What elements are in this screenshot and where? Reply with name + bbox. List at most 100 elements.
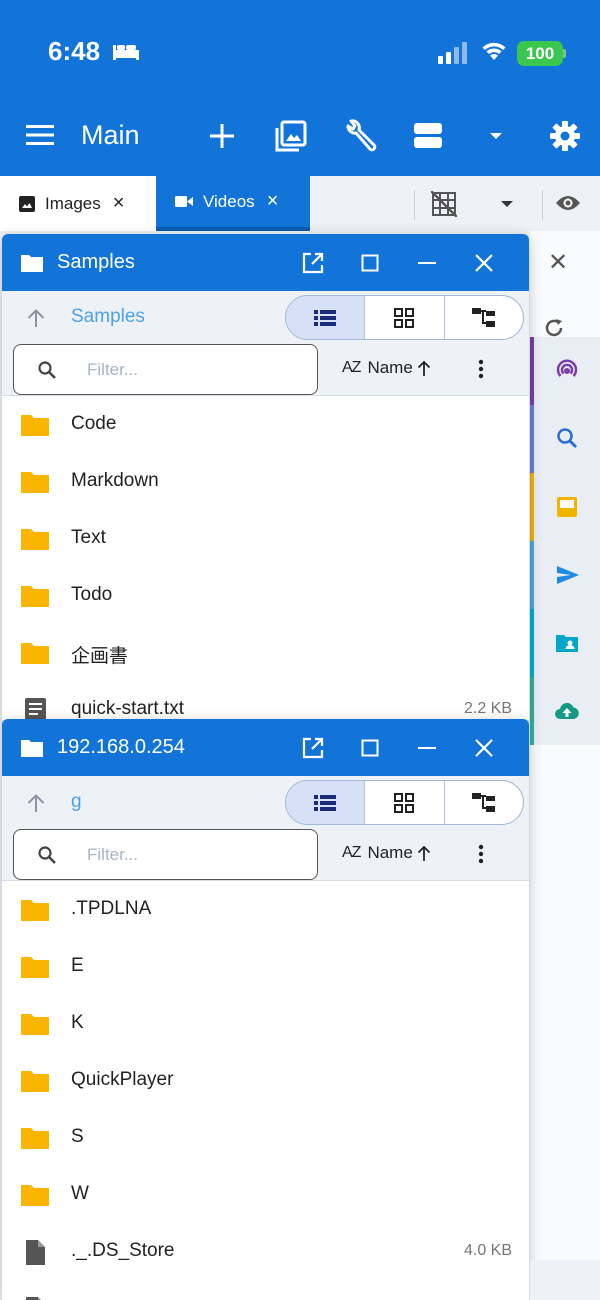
video-icon [175, 195, 193, 208]
app-bar: 6:48 100 Main [0, 0, 600, 176]
cellular-signal-icon [438, 42, 470, 64]
close-icon[interactable] [474, 738, 494, 758]
folder-icon [20, 1012, 50, 1036]
grid-off-icon[interactable] [431, 191, 457, 217]
rail-search[interactable] [530, 405, 600, 473]
file-name: Code [71, 413, 117, 434]
arrow-up-icon[interactable] [26, 308, 46, 328]
current-path[interactable]: Samples [71, 306, 145, 328]
file-name: quick-start.txt [71, 698, 184, 719]
tab-label: Videos [203, 191, 255, 211]
list-item[interactable]: W [2, 1166, 529, 1223]
list-item[interactable]: quick-start.txt 2.2 KB [2, 681, 529, 720]
sort-label: Name [367, 843, 413, 862]
list-item[interactable]: Markdown [2, 453, 529, 510]
filter-placeholder: Filter... [87, 360, 139, 379]
cloud-upload-icon [555, 702, 579, 719]
list-item[interactable]: Todo [2, 567, 529, 624]
close-icon[interactable]: × [267, 190, 279, 213]
list-item[interactable]: ._.DS_Store 4.0 KB [2, 1223, 529, 1280]
list-item[interactable]: 企画書 [2, 624, 529, 681]
list-view-button[interactable] [286, 781, 365, 824]
more-vert-icon[interactable] [478, 359, 484, 379]
maximize-icon[interactable] [361, 739, 379, 757]
filter-input[interactable]: Filter... [13, 829, 318, 880]
folder-icon [20, 1069, 50, 1093]
rail-inbox[interactable] [530, 473, 600, 541]
close-icon[interactable]: × [113, 192, 125, 215]
file-name: QuickPlayer [71, 1069, 174, 1090]
current-path[interactable]: g [71, 791, 82, 813]
chevron-down-icon[interactable] [500, 200, 514, 208]
tab-label: Images [45, 193, 101, 213]
bottom-strip [530, 1260, 600, 1300]
list-item[interactable]: .TPDLNA [2, 881, 529, 938]
list-view-button[interactable] [286, 296, 365, 339]
folder-icon [20, 1126, 50, 1150]
inbox-icon [557, 497, 577, 517]
rail-podcast[interactable] [530, 337, 600, 405]
file-name: S [71, 1126, 84, 1147]
sort-button[interactable]: AZ Name [342, 358, 431, 378]
open-in-new-icon[interactable] [302, 737, 324, 759]
file-size: 4.0 KB [463, 1242, 512, 1259]
window-title: 192.168.0.254 [57, 736, 185, 758]
list-item[interactable]: S [2, 1109, 529, 1166]
photo-library-icon[interactable] [275, 120, 307, 152]
folder-icon [20, 1183, 50, 1207]
file-size: 2.2 KB [463, 700, 512, 717]
sort-button[interactable]: AZ Name [342, 843, 431, 863]
open-in-new-icon[interactable] [302, 252, 324, 274]
minimize-icon[interactable] [418, 261, 436, 265]
minimize-icon[interactable] [418, 746, 436, 750]
filter-input[interactable]: Filter... [13, 344, 318, 395]
list-item[interactable]: K [2, 995, 529, 1052]
arrow-up-icon[interactable] [26, 793, 46, 813]
folder-icon [20, 955, 50, 979]
tab-videos[interactable]: Videos × [156, 176, 310, 231]
folder-icon [20, 584, 50, 608]
divider [414, 190, 415, 220]
file-name: Text [71, 527, 106, 548]
close-icon[interactable] [474, 253, 494, 273]
chevron-down-icon[interactable] [488, 131, 504, 141]
folder-icon [20, 253, 44, 273]
list-item[interactable]: Text [2, 510, 529, 567]
window-titlebar[interactable]: Samples [2, 234, 529, 291]
rail-send[interactable] [530, 541, 600, 609]
file-name: Todo [71, 584, 113, 605]
tree-view-icon [471, 307, 495, 327]
menu-icon[interactable] [26, 124, 54, 146]
file-name: 企画書 [71, 646, 129, 667]
image-icon [19, 195, 35, 212]
window-titlebar[interactable]: 192.168.0.254 [2, 719, 529, 776]
list-item[interactable]: QuickPlayer [2, 1052, 529, 1109]
wrench-icon[interactable] [342, 118, 378, 154]
rail-shared-folder[interactable] [530, 609, 600, 677]
list-item[interactable]: Code [2, 396, 529, 453]
more-vert-icon[interactable] [478, 844, 484, 864]
folder-icon [20, 641, 50, 665]
tree-view-button[interactable] [443, 296, 523, 339]
list-item[interactable]: E [2, 938, 529, 995]
maximize-icon[interactable] [361, 254, 379, 272]
close-icon[interactable]: ✕ [548, 248, 568, 277]
gear-icon[interactable] [549, 120, 581, 152]
tab-images[interactable]: Images × [0, 176, 156, 231]
podcast-icon [556, 359, 578, 377]
list-view-icon [314, 794, 337, 811]
view-mode-toggle [285, 780, 524, 825]
sort-label: Name [367, 358, 413, 377]
storage-icon[interactable] [413, 122, 443, 150]
send-icon [557, 566, 579, 584]
eye-icon[interactable] [555, 193, 581, 213]
file-window-samples[interactable]: Samples Samples Filter... AZ Name Code M… [2, 234, 529, 720]
add-icon[interactable] [208, 122, 236, 150]
grid-view-button[interactable] [364, 781, 443, 824]
grid-view-button[interactable] [364, 296, 443, 339]
file-window-network[interactable]: 192.168.0.254 g Filter... AZ Name .TPDLN… [2, 719, 529, 1300]
rail-cloud-upload[interactable] [530, 677, 600, 745]
list-item[interactable] [2, 1280, 529, 1300]
tree-view-button[interactable] [443, 781, 523, 824]
filter-bar: Filter... AZ Name [2, 344, 529, 396]
